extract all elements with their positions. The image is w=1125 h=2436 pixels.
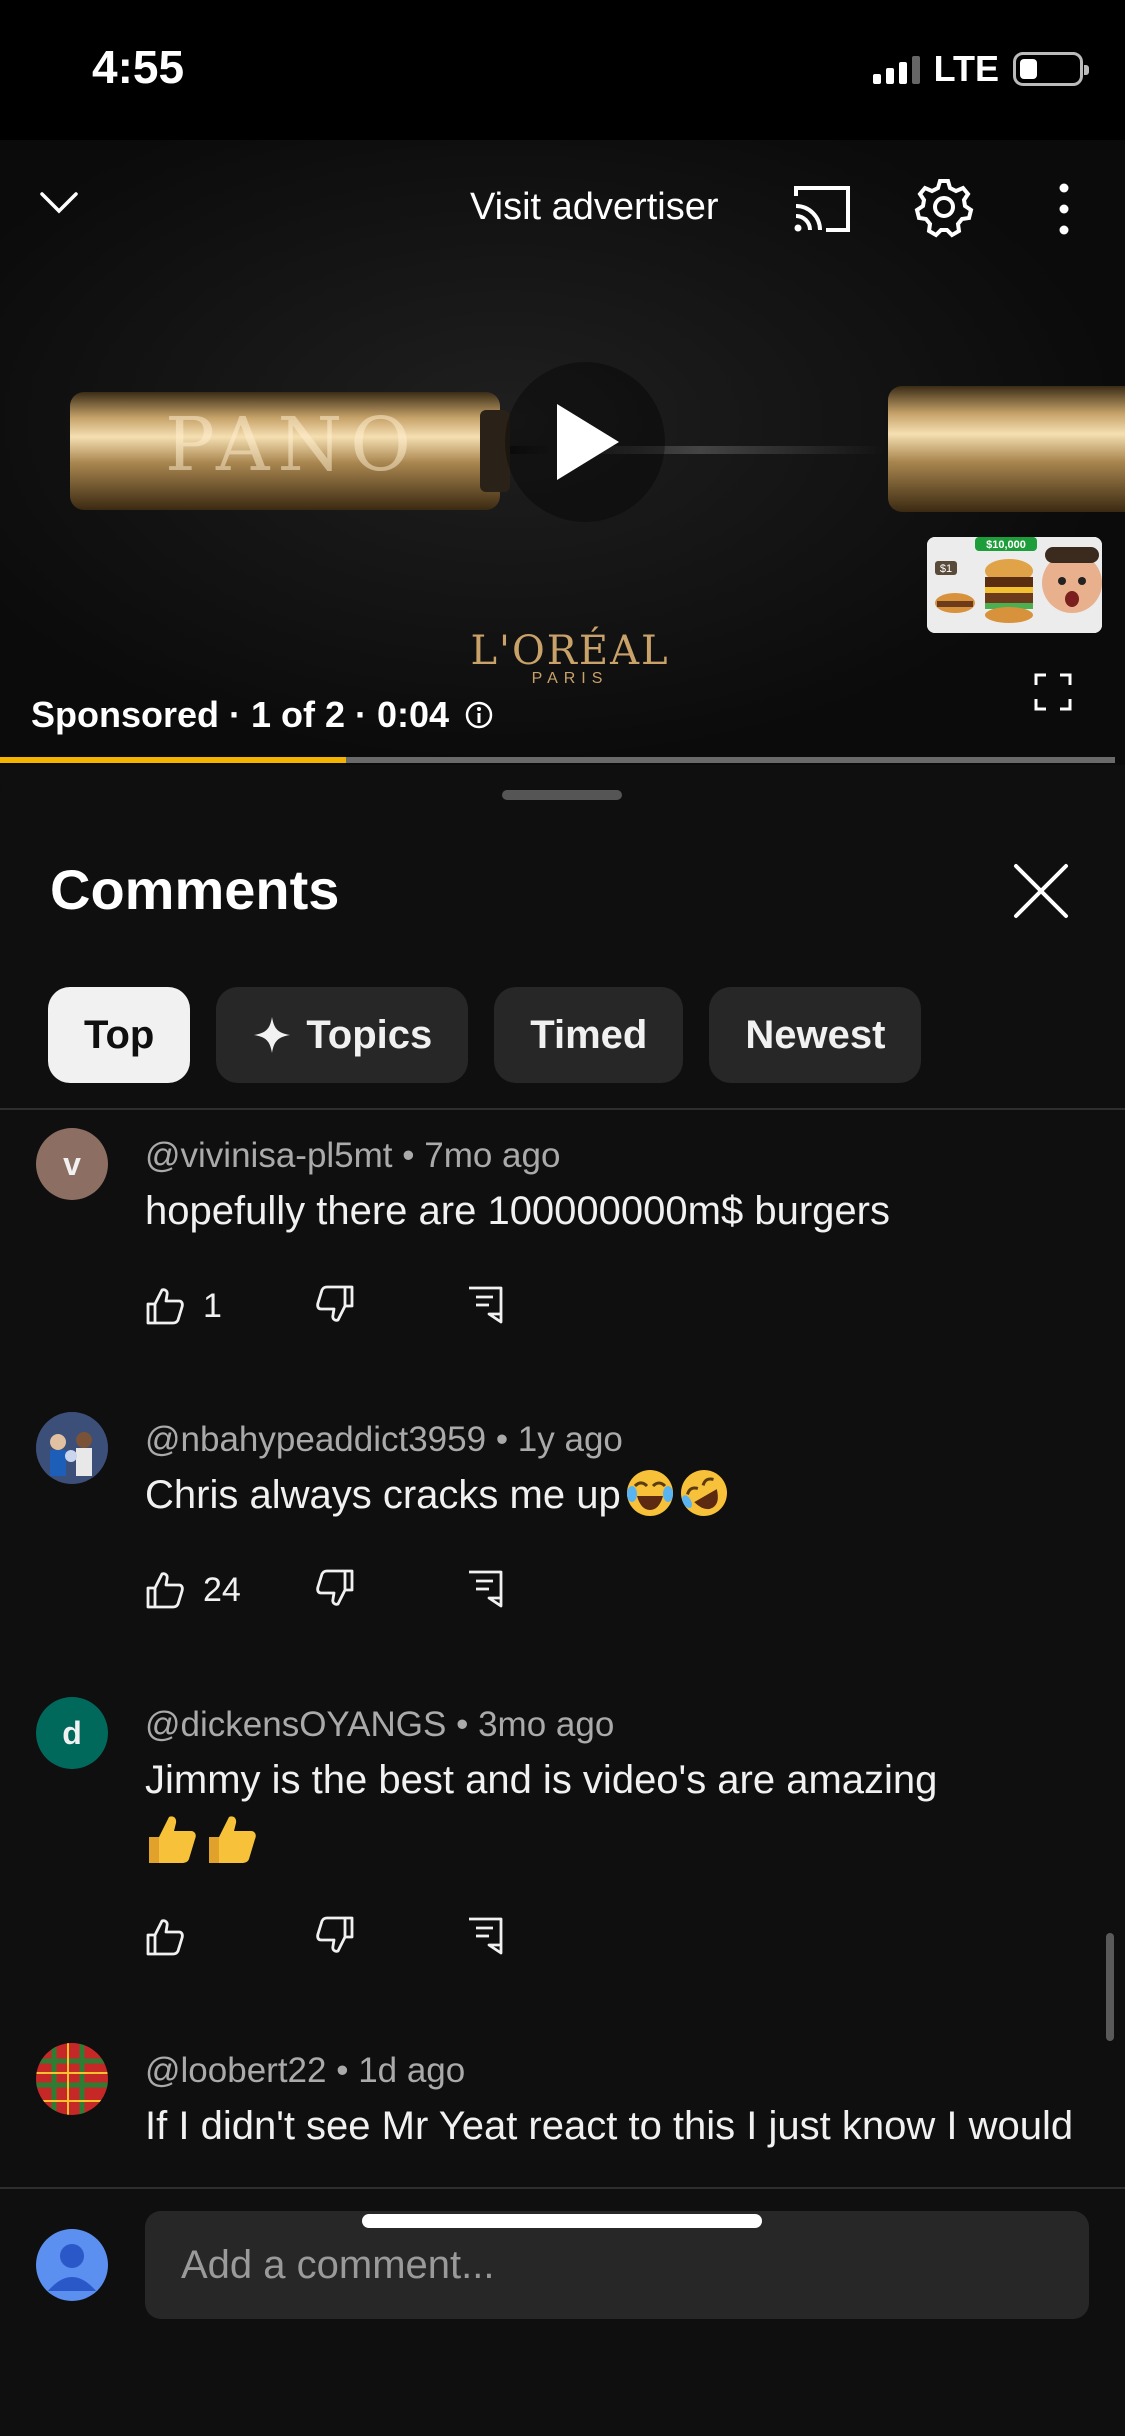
status-bar: 4:55 LTE (0, 0, 1125, 140)
comment-text: Chris always cracks me up (145, 1464, 1095, 1526)
thumbs-up-icon (146, 1572, 184, 1609)
like-count: 1 (203, 1286, 222, 1325)
signal-icon (872, 54, 920, 84)
thumbs-up-icon (146, 1288, 184, 1325)
home-indicator[interactable] (362, 2214, 762, 2228)
chip-newest[interactable]: Newest (709, 987, 922, 1083)
thumbs-up-icon (146, 1919, 184, 1956)
like-button[interactable] (145, 1917, 315, 1957)
dislike-button[interactable] (315, 1284, 465, 1329)
chip-timed[interactable]: Timed (494, 987, 684, 1083)
play-icon (557, 404, 619, 480)
comment-time: 1y ago (517, 1420, 623, 1459)
comment-text: Jimmy is the best and is video's are ama… (145, 1749, 1095, 1877)
dislike-button[interactable] (315, 1568, 465, 1613)
thumbs-down-icon (316, 1916, 354, 1953)
reply-button[interactable] (465, 1568, 505, 1613)
ad-progress-fill (0, 757, 346, 763)
comment-sort-chips: Top Topics Timed Newest (48, 987, 922, 1083)
more-vert-icon[interactable] (1052, 182, 1076, 236)
ad-progress-bar[interactable] (0, 757, 1115, 763)
comments-title: Comments (50, 858, 340, 921)
status-time: 4:55 (92, 41, 185, 93)
product-cap-image (888, 386, 1125, 512)
rolling-on-the-floor-laughing-icon (680, 1470, 727, 1516)
thumbs-down-icon (316, 1285, 354, 1322)
comment-item: @loobert22 • 1d ago If I didn't see Mr Y… (0, 2043, 1125, 2165)
svg-text:$10,000: $10,000 (986, 539, 1026, 551)
chip-topics[interactable]: Topics (216, 987, 469, 1083)
like-count: 24 (203, 1570, 241, 1609)
reply-button[interactable] (465, 1915, 505, 1960)
thumbs-up-emoji-icon (149, 1816, 196, 1863)
sponsored-label: Sponsored · 1 of 2 · 0:04 (31, 694, 495, 736)
comment-author[interactable]: @nbahypeaddict3959 (145, 1420, 486, 1459)
reply-icon (469, 1286, 503, 1323)
video-player[interactable]: PANO Visit advertiser L'ORÉAL PARIS $10,… (0, 140, 1125, 765)
comment-time: 1d ago (358, 2051, 466, 2090)
close-icon[interactable] (1012, 862, 1070, 920)
chevron-down-icon[interactable] (36, 180, 82, 226)
brand-logo: L'ORÉAL PARIS (470, 628, 670, 687)
drag-handle[interactable] (502, 790, 622, 800)
scrollbar[interactable] (1106, 1933, 1114, 2041)
face-with-tears-of-joy-icon (626, 1470, 673, 1516)
next-video-thumbnail[interactable]: $10,000 $1 (927, 537, 1102, 633)
comment-actions: 24 (145, 1565, 505, 1615)
comment-time: 7mo ago (424, 1136, 561, 1175)
divider (0, 1108, 1125, 1110)
gear-icon[interactable] (913, 176, 975, 238)
comment-meta: @nbahypeaddict3959 • 1y ago (145, 1420, 623, 1459)
thumbs-up-emoji-icon (209, 1816, 256, 1863)
reply-icon (469, 1917, 503, 1954)
comment-time: 3mo ago (478, 1705, 615, 1744)
comment-author[interactable]: @vivinisa-pl5mt (145, 1136, 393, 1175)
thumbs-down-icon (316, 1569, 354, 1606)
svg-text:$1: $1 (940, 563, 952, 575)
comment-author[interactable]: @loobert22 (145, 2051, 326, 2090)
avatar[interactable] (36, 2043, 108, 2115)
comment-meta: @vivinisa-pl5mt • 7mo ago (145, 1136, 561, 1175)
avatar[interactable]: d (36, 1697, 108, 1769)
status-indicators: LTE (872, 48, 1089, 90)
like-button[interactable]: 1 (145, 1286, 315, 1326)
user-avatar-icon (36, 2229, 108, 2301)
avatar[interactable]: v (36, 1128, 108, 1200)
comment-actions: 1 (145, 1281, 505, 1331)
battery-icon (1013, 52, 1089, 86)
dislike-button[interactable] (315, 1915, 465, 1960)
comment-meta: @loobert22 • 1d ago (145, 2051, 466, 2090)
cast-icon[interactable] (790, 180, 854, 236)
like-button[interactable]: 24 (145, 1570, 315, 1610)
comment-author[interactable]: @dickensOYANGS (145, 1705, 446, 1744)
chip-top[interactable]: Top (48, 987, 191, 1083)
comments-panel: Comments Top Topics Timed Newest v @vivi… (0, 765, 1125, 2436)
fullscreen-icon[interactable] (1034, 673, 1072, 711)
info-icon[interactable] (463, 699, 495, 731)
comment-meta: @dickensOYANGS • 3mo ago (145, 1705, 615, 1744)
play-button[interactable] (505, 362, 665, 522)
product-text: PANO (165, 402, 419, 488)
reply-button[interactable] (465, 1284, 505, 1329)
visit-advertiser-button[interactable]: Visit advertiser (470, 186, 719, 229)
comment-actions (145, 1912, 505, 1962)
network-label: LTE (933, 48, 999, 89)
avatar[interactable] (36, 1412, 108, 1484)
reply-icon (469, 1570, 503, 1607)
comment-text: hopefully there are 100000000m$ burgers (145, 1189, 890, 1233)
comment-text: If I didn't see Mr Yeat react to this I … (145, 2104, 1074, 2148)
sparkle-icon (254, 1017, 291, 1053)
